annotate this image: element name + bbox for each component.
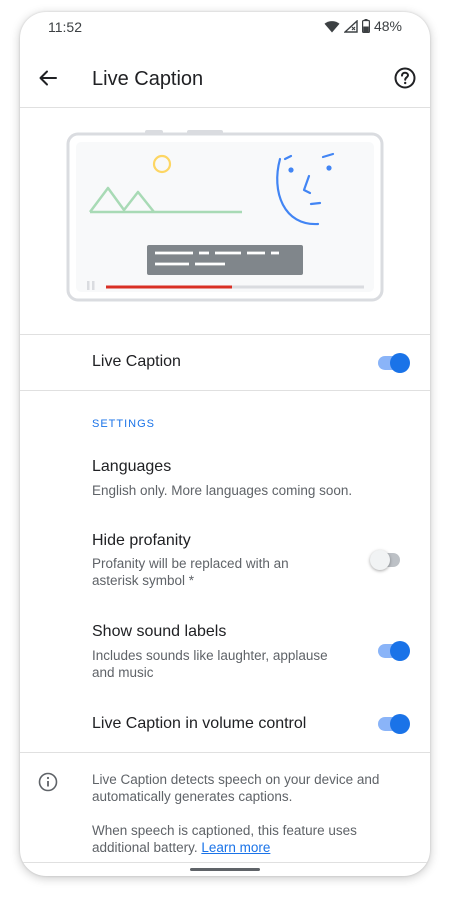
hide-profanity-subtitle: Profanity will be replaced with an aster… (92, 556, 289, 588)
languages-title: Languages (92, 458, 172, 475)
volume-control-switch[interactable] (376, 712, 412, 736)
hide-profanity-title: Hide profanity (92, 532, 191, 549)
live-caption-illustration (66, 130, 384, 304)
help-button[interactable] (392, 65, 418, 91)
status-bar: 11:52 48% (20, 12, 430, 42)
divider (20, 390, 430, 391)
page-title: Live Caption (92, 68, 204, 90)
sound-labels-switch[interactable] (376, 639, 412, 663)
footer-description: Live Caption detects speech on your devi… (92, 772, 380, 804)
learn-more-link[interactable]: Learn more (201, 840, 270, 855)
help-circle-icon (394, 67, 416, 89)
battery-icon (361, 19, 370, 33)
info-icon (38, 772, 58, 792)
app-bar: Live Caption (20, 48, 430, 108)
settings-section-header: SETTINGS (92, 418, 156, 430)
languages-subtitle: English only. More languages coming soon… (92, 483, 353, 498)
sound-labels-subtitle: Includes sounds like laughter, applause … (92, 648, 328, 680)
hide-profanity-setting[interactable]: Hide profanity Profanity will be replace… (20, 522, 430, 594)
hide-profanity-switch[interactable] (370, 548, 406, 572)
volume-control-setting[interactable]: Live Caption in volume control (20, 704, 430, 748)
gesture-nav-handle[interactable] (190, 868, 260, 871)
phone-frame: 11:52 48% Live Caption Live Caption SETT… (20, 12, 430, 876)
arrow-back-icon (39, 70, 57, 86)
divider (20, 862, 430, 863)
wifi-icon (324, 20, 340, 32)
live-caption-switch[interactable] (376, 351, 412, 375)
live-caption-toggle-row[interactable]: Live Caption (20, 335, 430, 391)
signal-icon (343, 19, 358, 33)
languages-setting[interactable]: Languages English only. More languages c… (20, 448, 430, 504)
battery-percent: 48% (373, 18, 402, 34)
sound-labels-title: Show sound labels (92, 623, 227, 640)
live-caption-label: Live Caption (92, 353, 181, 370)
footer-battery-note: When speech is captioned, this feature u… (92, 822, 418, 856)
status-icons: 48% (324, 18, 402, 34)
divider (20, 752, 430, 753)
sound-labels-setting[interactable]: Show sound labels Includes sounds like l… (20, 613, 430, 685)
volume-control-title: Live Caption in volume control (92, 715, 307, 732)
status-time: 11:52 (48, 19, 82, 35)
back-button[interactable] (34, 64, 62, 92)
